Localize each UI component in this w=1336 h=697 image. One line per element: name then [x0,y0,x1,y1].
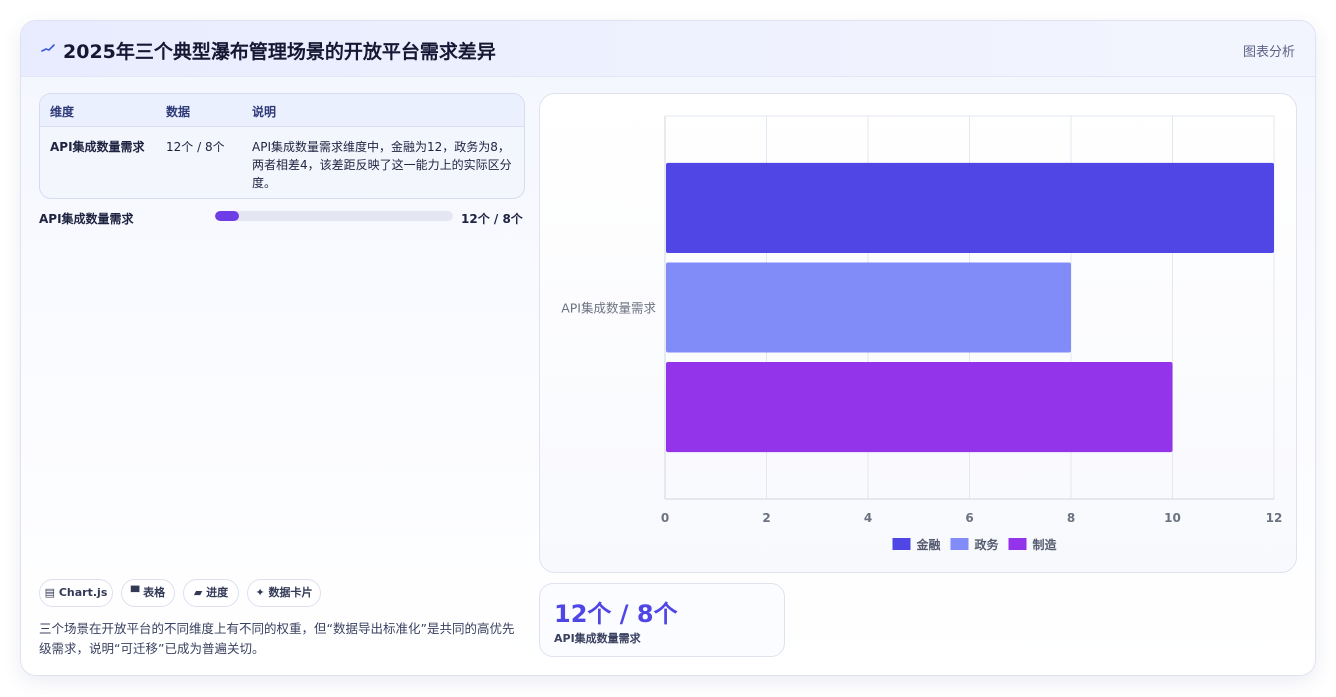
desc-line: API集成数量需求维度中，金融为12，政务为8， [252,140,510,154]
summary-note: 三个场景在开放平台的不同维度上有不同的权重，但“数据导出标准化”是共同的高优先级… [39,621,515,656]
table-cell-data: 12个 / 8个 [166,140,225,154]
chip-progress[interactable]: ▰ 进度 [183,579,239,607]
progress-row: API集成数量需求 12个 / 8个 [39,209,529,229]
progress-value: 12个 / 8个 [461,212,523,226]
x-tick-label: 0 [661,511,669,525]
table-header-dimension: 维度 [50,105,75,119]
legend-label: 制造 [1033,537,1058,552]
bar-金融 [666,162,1274,253]
pulse-line-icon [41,44,55,52]
bar-制造 [666,362,1173,453]
x-tick-label: 8 [1067,511,1075,525]
x-tick-label: 12 [1266,511,1283,525]
table-header: 维度 数据 说明 [40,94,524,127]
table-icon: ▀ [130,586,140,599]
legend-label: 政务 [975,537,1000,552]
x-tick-label: 4 [864,511,872,525]
chip-label: 进度 [206,586,229,599]
chip-label: 数据卡片 [268,586,313,599]
stat-card: 12个 / 8个 API集成数量需求 [539,583,785,657]
legend-label: 金融 [916,537,941,552]
x-tick-label: 10 [1164,511,1181,525]
chip-table[interactable]: ▀ 表格 [121,579,175,607]
x-tick-label: 6 [965,511,973,525]
sparkle-icon: ✦ [255,586,265,599]
legend-swatch [1008,538,1027,550]
desc-line: 度。 [252,176,277,190]
table-header-desc: 说明 [252,105,277,119]
progress-icon: ▰ [193,586,203,599]
dashboard-card: 2025年三个典型瀑布管理场景的开放平台需求差异 图表分析 维度 数据 说明 A… [20,20,1316,676]
legend-swatch [892,538,911,550]
chip-label: Chart.js [58,586,108,599]
chip-label: 表格 [143,586,166,599]
desc-line: 两者相差4，该差距反映了这一能力上的实际区分 [252,158,512,172]
progress-label: API集成数量需求 [39,212,134,226]
table-cell-desc: API集成数量需求维度中，金融为12，政务为8， 两者相差4，该差距反映了这一能… [252,138,520,192]
stat-label: API集成数量需求 [554,632,641,645]
bar-chart: 0 2 4 6 8 10 12 API集成数量需求金融 政务 制造 [561,115,1283,552]
stat-value: 12个 / 8个 [554,600,678,628]
chart-analysis-link[interactable]: 图表分析 [1243,41,1295,60]
chip-data-card[interactable]: ✦ 数据卡片 [247,579,321,607]
y-category-label: API集成数量需求 [561,301,656,316]
data-table: 维度 数据 说明 API集成数量需求 12个 / 8个 API集成数量需求维度中… [39,93,525,199]
progress-track [215,211,453,221]
chip-chartjs[interactable]: ▤ Chart.js [39,579,113,607]
page-title: 2025年三个典型瀑布管理场景的开放平台需求差异 [63,41,496,63]
chart-icon: ▤ [44,586,56,599]
table-cell-dimension: API集成数量需求 [50,140,145,154]
card-header: 2025年三个典型瀑布管理场景的开放平台需求差异 图表分析 [21,21,1315,77]
progress-fill [215,211,239,221]
x-tick-label: 2 [762,511,770,525]
legend-swatch [950,538,969,550]
table-header-data: 数据 [166,105,191,119]
bar-政务 [666,262,1071,353]
chart-panel: 0 2 4 6 8 10 12 API集成数量需求金融 政务 制造 [539,93,1297,573]
